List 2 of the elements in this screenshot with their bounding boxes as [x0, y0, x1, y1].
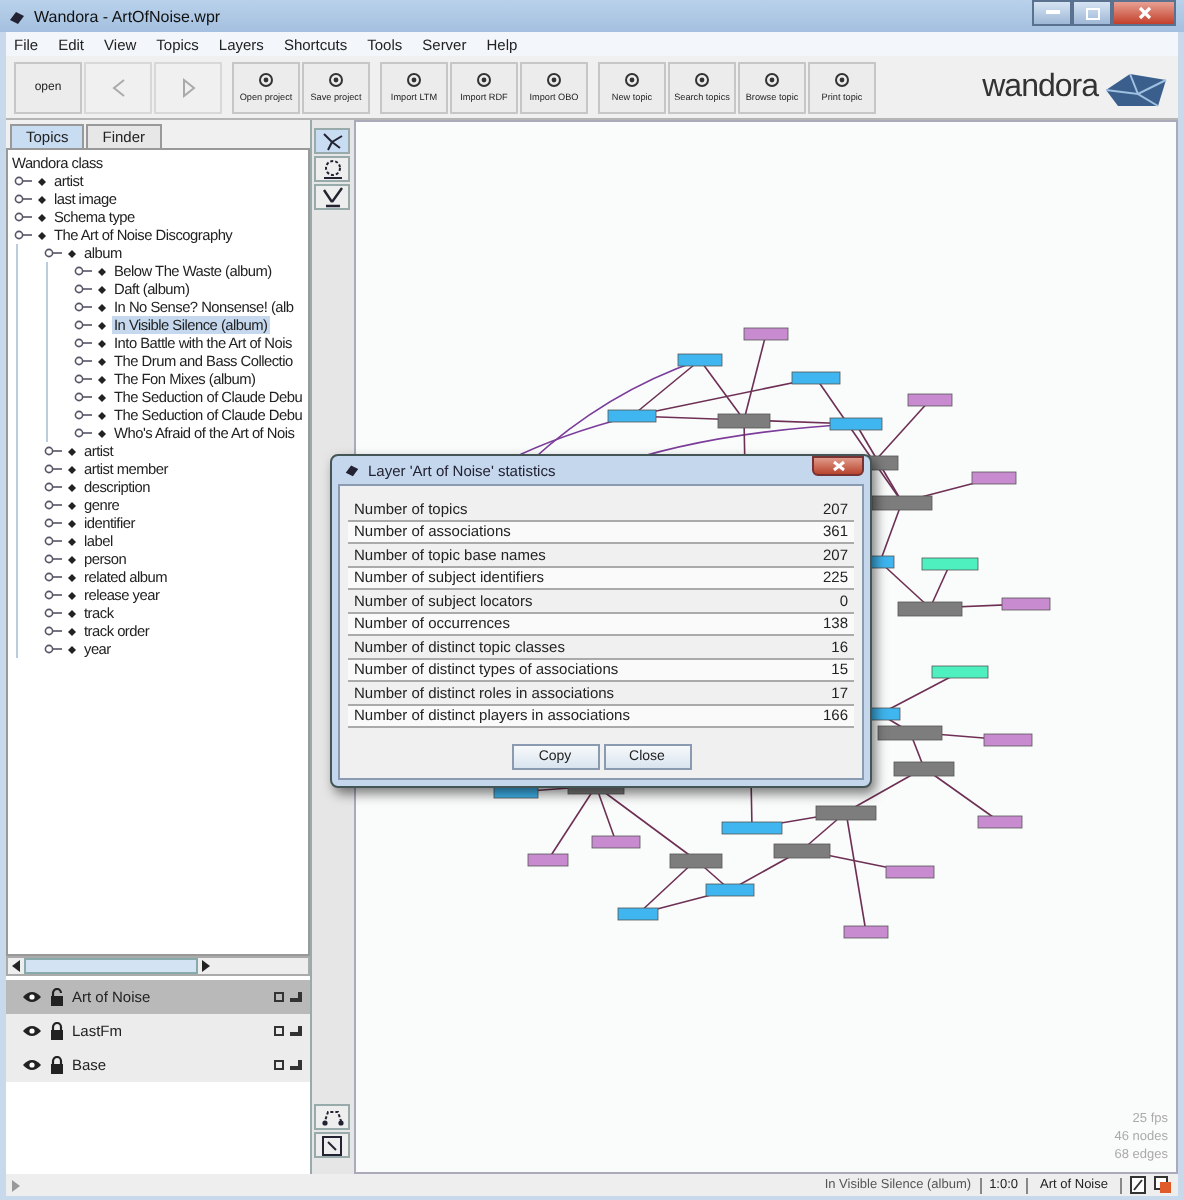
logo-text: wandora — [982, 69, 1098, 105]
window-title: Wandora - ArtOfNoise.wpr — [34, 7, 221, 25]
